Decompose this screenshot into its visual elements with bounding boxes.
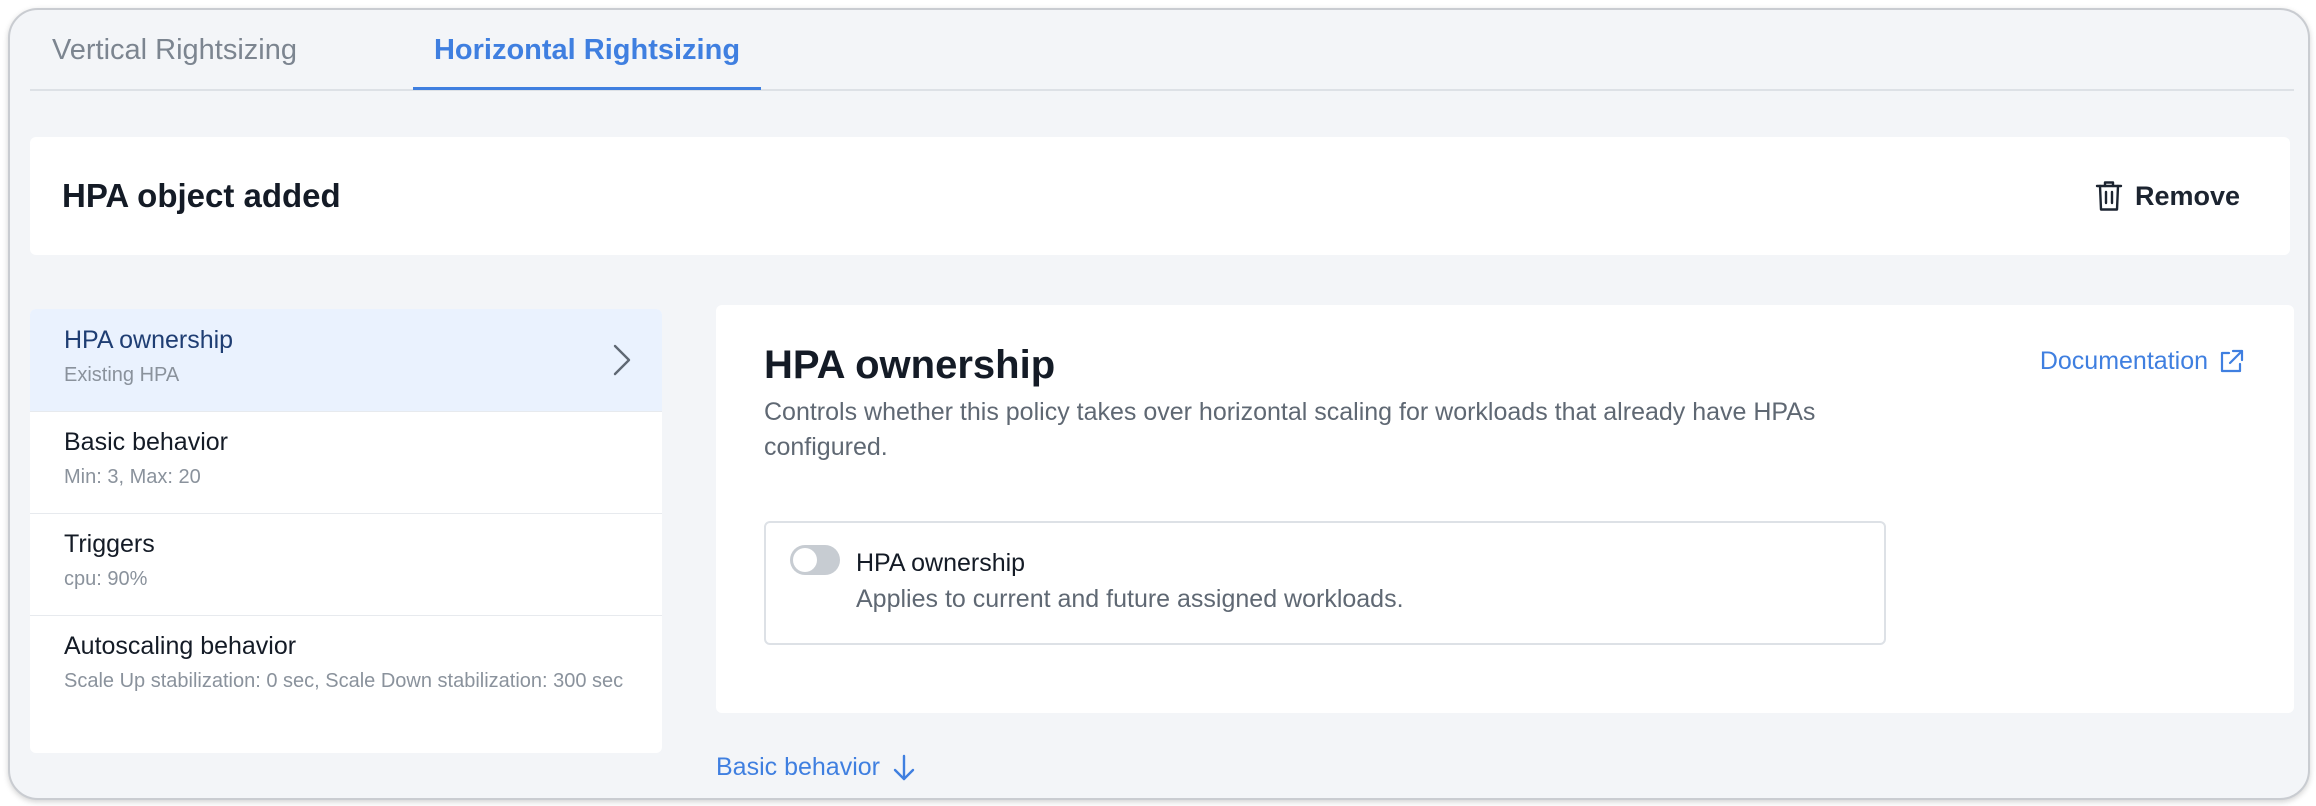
tab-horizontal-rightsizing[interactable]: Horizontal Rightsizing <box>413 10 761 90</box>
menu-item-basic-behavior[interactable]: Basic behavior Min: 3, Max: 20 <box>30 411 662 514</box>
documentation-label: Documentation <box>2039 347 2208 375</box>
tab-bar: Vertical Rightsizing Horizontal Rightsiz… <box>30 10 2294 91</box>
menu-item-title: Basic behavior <box>64 428 228 456</box>
menu-item-hpa-ownership[interactable]: HPA ownership Existing HPA <box>30 309 662 412</box>
documentation-link[interactable]: Documentation <box>2040 347 2244 376</box>
hpa-ownership-toggle[interactable] <box>790 545 840 575</box>
external-link-icon <box>2220 349 2244 372</box>
menu-item-title: Triggers <box>64 530 155 558</box>
toggle-knob <box>793 548 817 572</box>
menu-item-autoscaling-behavior[interactable]: Autoscaling behavior Scale Up stabilizat… <box>30 615 662 753</box>
setting-title: HPA ownership <box>856 549 1026 577</box>
remove-button[interactable]: Remove <box>2095 173 2240 219</box>
menu-item-title: Autoscaling behavior <box>64 632 297 660</box>
menu-item-subtitle: Min: 3, Max: 20 <box>64 466 201 488</box>
settings-section-menu: HPA ownership Existing HPA Basic behavio… <box>30 309 662 753</box>
menu-item-subtitle: Existing HPA <box>64 364 180 386</box>
menu-item-triggers[interactable]: Triggers cpu: 90% <box>30 513 662 616</box>
panel-title: HPA ownership <box>764 343 1056 387</box>
next-section-link[interactable]: Basic behavior <box>716 753 916 782</box>
banner-title: HPA object added <box>62 177 341 214</box>
menu-item-subtitle: Scale Up stabilization: 0 sec, Scale Dow… <box>64 670 624 692</box>
menu-item-title: HPA ownership <box>64 326 234 354</box>
menu-item-subtitle: cpu: 90% <box>64 568 148 590</box>
trash-icon <box>2095 181 2123 211</box>
panel-description: Controls whether this policy takes over … <box>764 398 1816 461</box>
arrow-down-icon <box>893 754 915 780</box>
tab-vertical-rightsizing[interactable]: Vertical Rightsizing <box>30 10 367 89</box>
setting-description: Applies to current and future assigned w… <box>856 585 1404 613</box>
hpa-status-banner: HPA object added Remove <box>30 137 2290 255</box>
hpa-ownership-setting: HPA ownership Applies to current and fut… <box>764 521 1886 645</box>
next-section-label: Basic behavior <box>716 753 880 781</box>
remove-label: Remove <box>2134 180 2240 211</box>
chevron-right-icon <box>613 344 631 376</box>
hpa-ownership-panel: HPA ownership Controls whether this poli… <box>716 305 2294 713</box>
app-window: Vertical Rightsizing Horizontal Rightsiz… <box>8 8 2310 800</box>
